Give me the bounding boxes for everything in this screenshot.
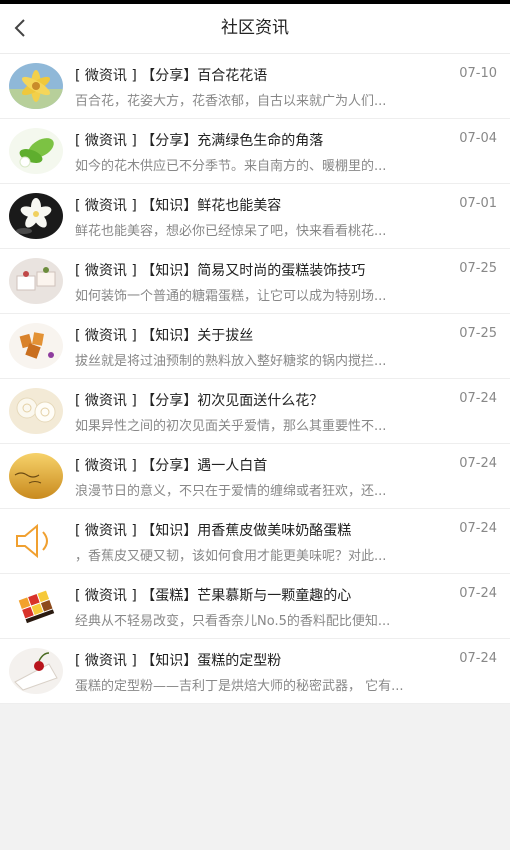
mango-mousse-icon	[9, 583, 63, 629]
news-summary: 拔丝就是将过油预制的熟料放入整好糖浆的锅内搅拦...	[75, 354, 387, 368]
news-headline: [ 微资讯 ] 【知识】鲜花也能美容	[75, 198, 282, 214]
news-summary: 如果异性之间的初次见面关乎爱情，那么其重要性不...	[75, 419, 387, 433]
lily-flower-icon	[9, 63, 63, 109]
white-rose-icon	[9, 388, 63, 434]
news-item[interactable]: [ 微资讯 ] 【知识】简易又时尚的蛋糕装饰技巧 07-25 如何装饰一个普通的…	[0, 249, 510, 314]
news-item[interactable]: [ 微资讯 ] 【分享】初次见面送什么花？ 07-24 如果异性之间的初次见面关…	[0, 379, 510, 444]
news-headline: [ 微资讯 ] 【分享】初次见面送什么花？	[75, 393, 324, 409]
news-headline: [ 微资讯 ] 【知识】用香蕉皮做美味奶酪蛋糕	[75, 523, 352, 539]
news-headline: [ 微资讯 ] 【分享】充满绿色生命的角落	[75, 133, 324, 149]
news-item[interactable]: [ 微资讯 ] 【分享】百合花花语 07-10 百合花，花姿大方，花香浓郁，自古…	[0, 54, 510, 119]
news-date: 07-24	[455, 651, 497, 666]
news-item[interactable]: [ 微资讯 ] 【分享】充满绿色生命的角落 07-04 如今的花木供应已不分季节…	[0, 119, 510, 184]
news-headline: [ 微资讯 ] 【蛋糕】芒果慕斯与一颗童趣的心	[75, 588, 352, 604]
news-date: 07-04	[455, 131, 497, 146]
news-summary: 浪漫节日的意义，不只在于爱情的缠绵或者狂欢，还...	[75, 484, 387, 498]
speaker-icon	[9, 518, 63, 564]
news-date: 07-24	[455, 456, 497, 471]
sunset-scene-icon	[9, 453, 63, 499]
nav-header: 社区资讯	[0, 4, 510, 54]
news-summary: 如今的花木供应已不分季节。来自南方的、暖棚里的...	[75, 159, 387, 173]
news-date: 07-25	[455, 261, 497, 276]
news-date: 07-10	[455, 66, 497, 81]
news-summary: ，香蕉皮又硬又韧，该如何食用才能更美味呢？对此...	[75, 549, 387, 563]
news-date: 07-01	[455, 196, 497, 211]
news-date: 07-24	[455, 391, 497, 406]
news-item[interactable]: [ 微资讯 ] 【知识】用香蕉皮做美味奶酪蛋糕 07-24 ，香蕉皮又硬又韧，该…	[0, 509, 510, 574]
news-item[interactable]: [ 微资讯 ] 【知识】蛋糕的定型粉 07-24 蛋糕的定型粉——吉利丁是烘焙大…	[0, 639, 510, 704]
cherry-cake-icon	[9, 648, 63, 694]
news-summary: 如何装饰一个普通的糖霜蛋糕，让它可以成为特别场...	[75, 289, 387, 303]
cake-decoration-icon	[9, 258, 63, 304]
news-summary: 经典从不轻易改变，只看香奈儿No.5的香料配比便知...	[75, 614, 391, 628]
green-plant-icon	[9, 128, 63, 174]
news-date: 07-24	[455, 521, 497, 536]
news-list: [ 微资讯 ] 【分享】百合花花语 07-10 百合花，花姿大方，花香浓郁，自古…	[0, 54, 510, 704]
news-date: 07-25	[455, 326, 497, 341]
news-summary: 蛋糕的定型粉——吉利丁是烘焙大师的秘密武器， 它有...	[75, 679, 404, 693]
news-headline: [ 微资讯 ] 【知识】蛋糕的定型粉	[75, 653, 282, 669]
news-headline: [ 微资讯 ] 【知识】简易又时尚的蛋糕装饰技巧	[75, 263, 366, 279]
news-date: 07-24	[455, 586, 497, 601]
news-summary: 鲜花也能美容，想必你已经惊呆了吧，快来看看桃花...	[75, 224, 387, 238]
white-flower-icon	[9, 193, 63, 239]
page-title: 社区资讯	[221, 18, 289, 38]
news-item[interactable]: [ 微资讯 ] 【蛋糕】芒果慕斯与一颗童趣的心 07-24 经典从不轻易改变，只…	[0, 574, 510, 639]
candied-food-icon	[9, 323, 63, 369]
news-summary: 百合花，花姿大方，花香浓郁，自古以来就广为人们...	[75, 94, 387, 108]
news-headline: [ 微资讯 ] 【分享】百合花花语	[75, 68, 268, 84]
news-item[interactable]: [ 微资讯 ] 【知识】鲜花也能美容 07-01 鲜花也能美容，想必你已经惊呆了…	[0, 184, 510, 249]
news-headline: [ 微资讯 ] 【分享】遇一人白首	[75, 458, 268, 474]
news-headline: [ 微资讯 ] 【知识】关于拔丝	[75, 328, 254, 344]
news-item[interactable]: [ 微资讯 ] 【知识】关于拔丝 07-25 拔丝就是将过油预制的熟料放入整好糖…	[0, 314, 510, 379]
news-item[interactable]: [ 微资讯 ] 【分享】遇一人白首 07-24 浪漫节日的意义，不只在于爱情的缠…	[0, 444, 510, 509]
